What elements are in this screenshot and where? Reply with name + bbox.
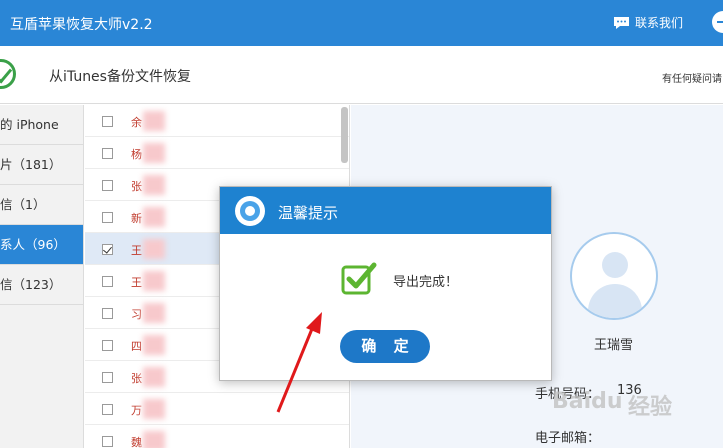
row-checkbox[interactable] xyxy=(102,308,113,319)
contact-name: 王 xyxy=(131,276,142,289)
row-checkbox[interactable] xyxy=(102,372,113,383)
contact-us-button[interactable]: 联系我们 xyxy=(613,14,683,31)
contact-name: 四 xyxy=(131,340,142,353)
contact-name: 张 xyxy=(131,372,142,385)
sidebar-item-sms[interactable]: 信（123） xyxy=(0,265,83,305)
email-label: 电子邮箱： xyxy=(535,431,601,446)
redaction-blur xyxy=(143,367,165,387)
redaction-blur xyxy=(143,111,165,131)
app-title: 互盾苹果恢复大师v2.2 xyxy=(10,17,153,33)
redaction-blur xyxy=(143,271,165,291)
page-title: 从iTunes备份文件恢复 xyxy=(49,69,191,85)
avatar-head-shape xyxy=(602,252,628,278)
redaction-blur xyxy=(143,399,165,419)
sidebar-item-contacts[interactable]: 系人（96） xyxy=(0,225,83,265)
contact-name: 余 xyxy=(131,116,142,129)
sidebar-item-messages[interactable]: 信（1） xyxy=(0,185,83,225)
contact-name: 张 xyxy=(131,180,142,193)
contact-name: 杨 xyxy=(131,148,142,161)
redaction-blur xyxy=(143,303,165,323)
sub-header: 从iTunes备份文件恢复 有任何疑问请 xyxy=(0,46,723,104)
watermark-text-2: 经验 xyxy=(628,395,673,420)
redaction-blur xyxy=(143,335,165,355)
row-checkbox[interactable] xyxy=(102,404,113,415)
help-link[interactable]: 有任何疑问请 xyxy=(662,70,722,85)
redaction-blur xyxy=(143,239,165,259)
row-checkbox-checked[interactable] xyxy=(102,244,113,255)
success-check-icon xyxy=(341,262,377,295)
contact-name: 习 xyxy=(131,308,142,321)
contact-detail-name: 王瑞雪 xyxy=(594,338,634,353)
chat-icon xyxy=(614,16,629,29)
row-checkbox[interactable] xyxy=(102,148,113,159)
title-bar: 互盾苹果恢复大师v2.2 联系我们 xyxy=(0,0,723,46)
contact-name: 王 xyxy=(131,244,142,257)
redaction-blur xyxy=(143,207,165,227)
dialog-title: 温馨提示 xyxy=(278,204,339,222)
sidebar-item-device[interactable]: 的 iPhone xyxy=(0,105,83,145)
confirm-button[interactable]: 确 定 xyxy=(340,330,430,363)
contact-name: 万 xyxy=(131,404,142,417)
shield-logo-icon xyxy=(235,196,265,226)
avatar-body-shape xyxy=(588,284,642,318)
contact-name: 新 xyxy=(131,212,142,225)
contact-name: 魏 xyxy=(131,436,142,448)
dialog-message: 导出完成！ xyxy=(393,275,459,290)
list-item[interactable]: 余 xyxy=(85,105,349,137)
sidebar-item-photos[interactable]: 片（181） xyxy=(0,145,83,185)
row-checkbox[interactable] xyxy=(102,276,113,287)
dialog-header: 温馨提示 xyxy=(220,187,551,234)
list-scrollbar[interactable] xyxy=(341,107,348,163)
redaction-blur xyxy=(143,431,165,448)
row-checkbox[interactable] xyxy=(102,212,113,223)
tip-dialog: 温馨提示 导出完成！ 确 定 xyxy=(219,186,552,381)
annotation-arrow-icon xyxy=(276,312,322,413)
redaction-blur xyxy=(143,143,165,163)
row-checkbox[interactable] xyxy=(102,180,113,191)
minimize-icon[interactable] xyxy=(712,11,723,33)
list-item[interactable]: 杨 xyxy=(85,137,349,169)
sidebar: 的 iPhone 片（181） 信（1） 系人（96） 信（123） xyxy=(0,105,84,448)
row-checkbox[interactable] xyxy=(102,340,113,351)
redaction-blur xyxy=(143,175,165,195)
list-item[interactable]: 魏 xyxy=(85,425,349,448)
row-checkbox[interactable] xyxy=(102,436,113,447)
contact-us-label: 联系我们 xyxy=(635,16,684,30)
app-logo-icon xyxy=(0,59,16,89)
avatar xyxy=(570,232,658,320)
row-checkbox[interactable] xyxy=(102,116,113,127)
watermark-text: Baidu xyxy=(552,389,623,414)
